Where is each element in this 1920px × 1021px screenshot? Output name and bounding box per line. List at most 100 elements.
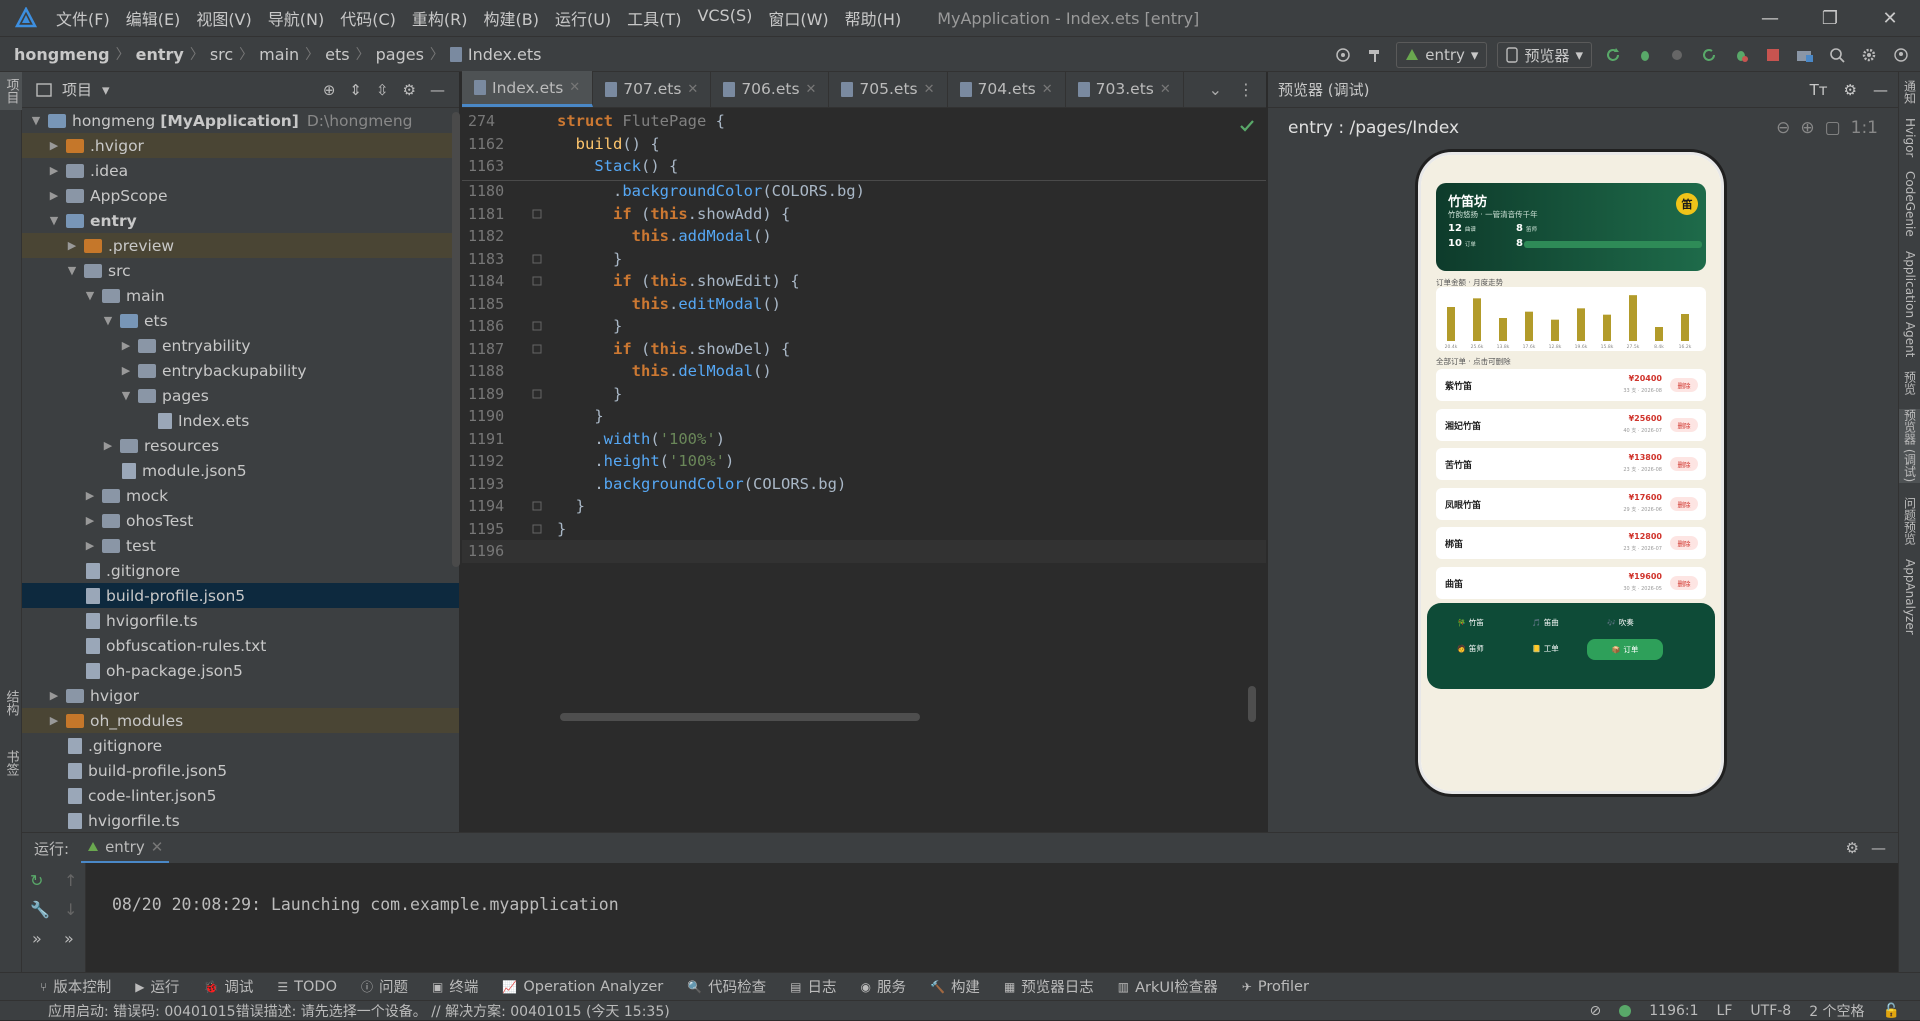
caret-position[interactable]: 1196:1 — [1649, 1003, 1698, 1019]
editor-tab[interactable]: 704.ets ✕ — [948, 71, 1066, 107]
tool-window-13[interactable]: ✈ Profiler — [1242, 979, 1309, 995]
strip-project[interactable]: 项目 — [0, 72, 22, 110]
close-icon[interactable]: ✕ — [1860, 0, 1920, 36]
tree-item[interactable]: ▶ oh_modules — [22, 708, 459, 733]
delete-button[interactable]: 删除 — [1670, 496, 1698, 511]
close-icon[interactable]: ✕ — [151, 838, 164, 856]
fold-icon[interactable] — [532, 389, 546, 403]
menu-item[interactable]: 编辑(E) — [118, 6, 189, 30]
strip-tab[interactable]: Application Agent — [1899, 251, 1920, 357]
font-size-icon[interactable]: Tᴛ — [1810, 81, 1828, 99]
tree-item[interactable]: ▶ resources — [22, 433, 459, 458]
delete-button[interactable]: 删除 — [1670, 417, 1698, 432]
strip-tab[interactable]: CodeGenie — [1899, 171, 1920, 237]
menu-item[interactable]: 帮助(H) — [837, 6, 910, 30]
strip-tab[interactable]: 预览 — [1899, 371, 1920, 395]
hide-icon[interactable]: — — [1871, 839, 1886, 857]
zoom-in-icon[interactable]: ⊕ — [1800, 118, 1814, 138]
fold-icon[interactable] — [532, 254, 546, 268]
account-icon[interactable] — [1890, 44, 1912, 66]
arrow-down-icon[interactable]: ↓ — [64, 900, 85, 919]
strip-tab[interactable]: Hvigor — [1899, 118, 1920, 157]
chevron-down-icon[interactable]: ▾ — [102, 81, 110, 99]
profiler-icon[interactable] — [1730, 44, 1752, 66]
menu-item[interactable]: 窗口(W) — [760, 6, 836, 30]
settings-icon[interactable] — [1858, 44, 1880, 66]
more-icon[interactable]: ⋮ — [1238, 80, 1254, 99]
tree-item[interactable]: ▶ mock — [22, 483, 459, 508]
delete-button[interactable]: 删除 — [1670, 575, 1698, 590]
tree-item[interactable]: build-profile.json5 — [22, 758, 459, 783]
delete-button[interactable]: 删除 — [1670, 457, 1698, 471]
more-icon[interactable]: » — [32, 929, 56, 948]
tree-item[interactable]: module.json5 — [22, 458, 459, 483]
zoom-out-icon[interactable]: ⊖ — [1776, 118, 1790, 138]
arrow-up-icon[interactable]: ↑ — [64, 871, 85, 890]
apply-changes-icon[interactable] — [1698, 44, 1720, 66]
breadcrumb-item[interactable]: src — [210, 45, 233, 64]
chevron-down-icon[interactable]: ⌄ — [1209, 80, 1222, 99]
strip-tab[interactable]: 问题预览 — [1899, 497, 1920, 545]
tree-item[interactable]: ▼ ets — [22, 308, 459, 333]
app-tab-5[interactable]: 📦 订单 — [1587, 639, 1663, 660]
order-card[interactable]: 苦竹笛 ¥13800 23 支 · 2026-08 删除 — [1436, 448, 1706, 480]
delete-button[interactable]: 删除 — [1670, 378, 1698, 392]
fold-icon[interactable] — [532, 276, 546, 290]
tree-item[interactable]: ▼ src — [22, 258, 459, 283]
menu-item[interactable]: 构建(B) — [476, 6, 547, 30]
lock-icon[interactable]: 🔓 — [1883, 1003, 1900, 1019]
tree-item[interactable]: ▼ main — [22, 283, 459, 308]
tree-item[interactable]: Index.ets — [22, 408, 459, 433]
tree-item[interactable]: ▶ .hvigor — [22, 133, 459, 158]
tree-item[interactable]: code-linter.json5 — [22, 783, 459, 808]
maximize-icon[interactable]: ❐ — [1800, 0, 1860, 36]
device-select[interactable]: 预览器 ▾ — [1497, 42, 1592, 68]
tool-window-2[interactable]: 🐞 调试 — [203, 976, 253, 997]
menu-item[interactable]: 代码(C) — [332, 6, 404, 30]
tree-item[interactable]: ▼ hongmeng [MyApplication] D:\hongmeng — [22, 108, 459, 133]
app-tab-0[interactable]: 🎋 竹笛 — [1457, 617, 1484, 628]
attach-debugger-icon[interactable] — [1666, 44, 1688, 66]
tool-window-1[interactable]: ▶ 运行 — [135, 976, 179, 997]
strip-structure[interactable]: 结构 — [0, 690, 22, 716]
app-tab-4[interactable]: 📒 工单 — [1532, 643, 1559, 654]
strip-tab[interactable]: 预览器 (调试) — [1899, 409, 1920, 483]
tree-item[interactable]: ▶ .preview — [22, 233, 459, 258]
tree-item[interactable]: ▶ hvigor — [22, 683, 459, 708]
breadcrumb-item[interactable]: main — [259, 45, 299, 64]
tree-item[interactable]: obfuscation-rules.txt — [22, 633, 459, 658]
tool-window-12[interactable]: ▥ ArkUI检查器 — [1118, 976, 1218, 997]
tree-item[interactable]: ▶ test — [22, 533, 459, 558]
tree-item[interactable]: ▼ pages — [22, 383, 459, 408]
rerun-icon[interactable] — [1602, 44, 1624, 66]
editor-tab[interactable]: 707.ets ✕ — [593, 71, 712, 107]
debug-icon[interactable] — [1634, 44, 1656, 66]
file-encoding[interactable]: UTF-8 — [1750, 1003, 1791, 1019]
tree-item[interactable]: ▶ .idea — [22, 158, 459, 183]
minimize-icon[interactable]: — — [1740, 0, 1800, 36]
fold-icon[interactable] — [532, 209, 546, 223]
tree-item[interactable]: ▶ AppScope — [22, 183, 459, 208]
tree-item[interactable]: hvigorfile.ts — [22, 608, 459, 633]
search-icon[interactable] — [1826, 44, 1848, 66]
close-icon[interactable]: ✕ — [924, 82, 935, 97]
tree-item[interactable]: ▶ entrybackupability — [22, 358, 459, 383]
collapse-all-icon[interactable]: ⇳ — [376, 81, 389, 99]
tree-item[interactable]: .gitignore — [22, 558, 459, 583]
line-separator[interactable]: LF — [1717, 1003, 1733, 1019]
close-icon[interactable]: ✕ — [569, 80, 580, 95]
fold-icon[interactable] — [532, 501, 546, 515]
tool-window-4[interactable]: ⓘ 问题 — [361, 976, 408, 997]
strip-bookmarks[interactable]: 书签 — [0, 750, 22, 776]
indent-setting[interactable]: 2 个空格 — [1809, 1001, 1864, 1021]
editor-tab[interactable]: 706.ets ✕ — [711, 71, 830, 107]
breadcrumb-item[interactable]: ets — [325, 45, 349, 64]
status-indicator[interactable] — [1619, 1004, 1632, 1017]
tool-window-6[interactable]: 📈 Operation Analyzer — [502, 979, 663, 995]
close-icon[interactable]: ✕ — [1160, 82, 1171, 97]
project-structure-icon[interactable] — [1794, 44, 1816, 66]
editor-tab[interactable]: 705.ets ✕ — [829, 71, 948, 107]
menu-item[interactable]: 重构(R) — [404, 6, 476, 30]
app-tab-2[interactable]: 🎶 吹奏 — [1607, 617, 1634, 628]
target-icon[interactable] — [1332, 44, 1354, 66]
